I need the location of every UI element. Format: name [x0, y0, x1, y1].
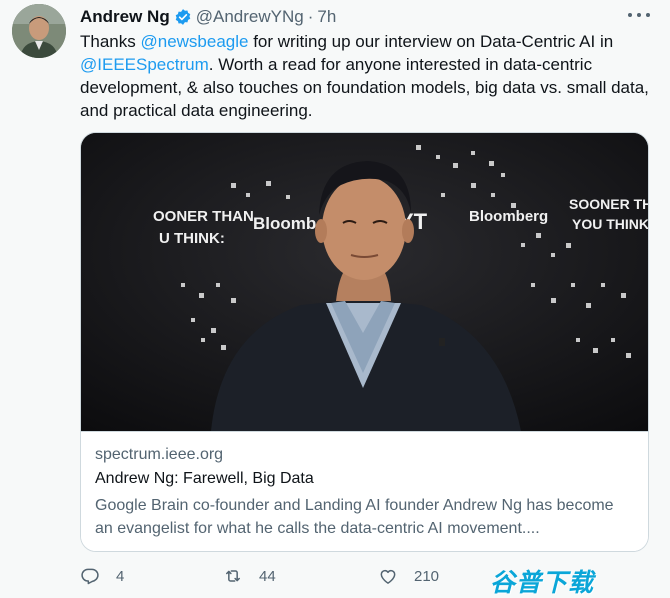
image-text-left-2: U THINK:	[159, 230, 225, 247]
retweet-button[interactable]: 44	[223, 566, 276, 586]
author-name[interactable]: Andrew Ng	[80, 7, 170, 27]
card-title: Andrew Ng: Farewell, Big Data	[95, 470, 314, 487]
mention-link-newsbeagle[interactable]: @newsbeagle	[140, 32, 248, 51]
image-text-left-1: OONER THAN	[153, 208, 254, 225]
image-text-right-2: YOU THINK:	[572, 216, 648, 232]
tweet-text-middle: for writing up our interview on Data-Cen…	[248, 32, 614, 51]
reply-count: 4	[116, 567, 125, 585]
dot	[628, 13, 632, 17]
author-handle[interactable]: @AndrewYNg	[196, 7, 304, 27]
like-count: 210	[414, 567, 440, 585]
image-text-right-brand: Bloomberg	[469, 208, 548, 225]
verified-badge-icon	[174, 8, 192, 26]
link-preview-card[interactable]: OONER THAN U THINK: Bloomberg YT Bloombe…	[80, 132, 649, 552]
heart-icon	[380, 569, 396, 584]
card-description: Google Brain co-founder and Landing AI f…	[95, 497, 614, 537]
card-domain: spectrum.ieee.org	[95, 446, 224, 463]
retweet-count: 44	[259, 567, 276, 585]
reply-icon	[81, 568, 99, 585]
card-meta[interactable]: spectrum.ieee.org Andrew Ng: Farewell, B…	[81, 431, 648, 551]
mention-link-ieeespectrum[interactable]: @IEEESpectrum	[80, 55, 209, 74]
dot	[637, 13, 641, 17]
like-button[interactable]: 210	[378, 566, 439, 586]
tweet-text: Thanks @newsbeagle for writing up our in…	[80, 30, 650, 122]
card-image[interactable]: OONER THAN U THINK: Bloomberg YT Bloombe…	[81, 133, 648, 431]
reply-button[interactable]: 4	[80, 566, 124, 586]
header-separator: ·	[307, 7, 314, 26]
tweet-text-prefix: Thanks	[80, 32, 141, 51]
tweet[interactable]: Andrew Ng @AndrewYNg · 7h Thanks @newsbe…	[0, 0, 670, 598]
retweet-icon	[226, 570, 240, 582]
author-avatar[interactable]	[12, 4, 66, 58]
tweet-header: Andrew Ng @AndrewYNg · 7h	[80, 6, 336, 28]
more-options-icon[interactable]	[628, 6, 650, 24]
dot	[646, 13, 650, 17]
image-text-right-1: SOONER THAN	[569, 196, 648, 212]
watermark-logo: 谷普下载	[490, 569, 595, 597]
tweet-timestamp[interactable]: 7h	[317, 7, 336, 27]
